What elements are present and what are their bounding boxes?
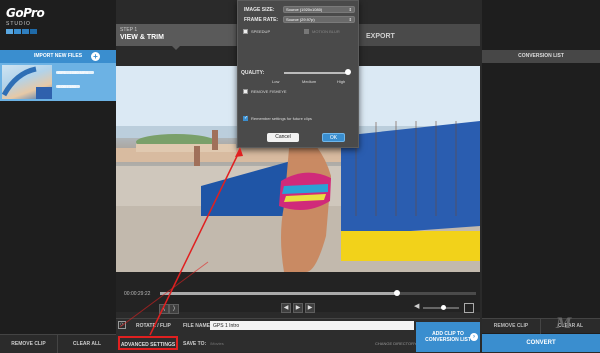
annotation-arrows xyxy=(119,147,243,336)
